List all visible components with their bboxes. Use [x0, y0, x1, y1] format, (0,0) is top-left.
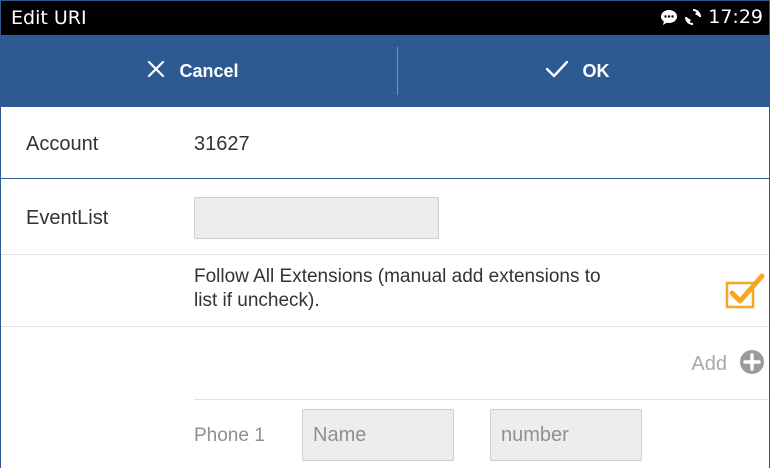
check-icon — [545, 60, 569, 83]
cancel-button[interactable]: Cancel — [1, 35, 385, 107]
account-value: 31627 — [194, 133, 250, 155]
account-row: Account 31627 — [1, 107, 769, 179]
cancel-label: Cancel — [179, 60, 239, 81]
follow-all-row: Follow All Extensions (manual add extens… — [1, 255, 769, 327]
eventlist-field-box — [194, 197, 439, 239]
account-label: Account — [26, 133, 99, 155]
ok-button[interactable]: OK — [385, 35, 769, 107]
plus-circle-icon — [739, 349, 765, 380]
sync-icon — [684, 8, 702, 26]
action-bar: Cancel OK — [1, 35, 769, 107]
status-icons: 17:29 — [660, 6, 763, 28]
status-bar: Edit URI 17:29 — [1, 1, 769, 35]
close-icon — [147, 60, 165, 83]
phone-row: Phone 1 — [1, 399, 769, 468]
phone-name-box — [302, 409, 454, 461]
chat-bubble-icon — [660, 9, 678, 26]
edit-uri-dialog: Edit URI 17:29 Cancel OK Account 31627 E… — [0, 0, 770, 468]
window-title: Edit URI — [11, 7, 87, 29]
phone-label: Phone 1 — [194, 425, 265, 446]
eventlist-label: EventList — [26, 207, 109, 229]
add-label: Add — [691, 353, 727, 375]
add-extension-button[interactable]: Add — [691, 349, 765, 380]
phone-name-input[interactable] — [303, 410, 453, 460]
eventlist-row: EventList — [1, 181, 769, 255]
eventlist-input[interactable] — [195, 198, 438, 238]
add-row: Add — [1, 327, 769, 399]
follow-all-checkbox[interactable] — [725, 273, 765, 309]
phone-number-input[interactable] — [491, 410, 641, 460]
follow-all-text: Follow All Extensions (manual add extens… — [194, 266, 601, 311]
action-divider — [397, 47, 398, 95]
phone-number-box — [490, 409, 642, 461]
ok-label: OK — [582, 60, 610, 81]
clock-time: 17:29 — [708, 6, 763, 28]
